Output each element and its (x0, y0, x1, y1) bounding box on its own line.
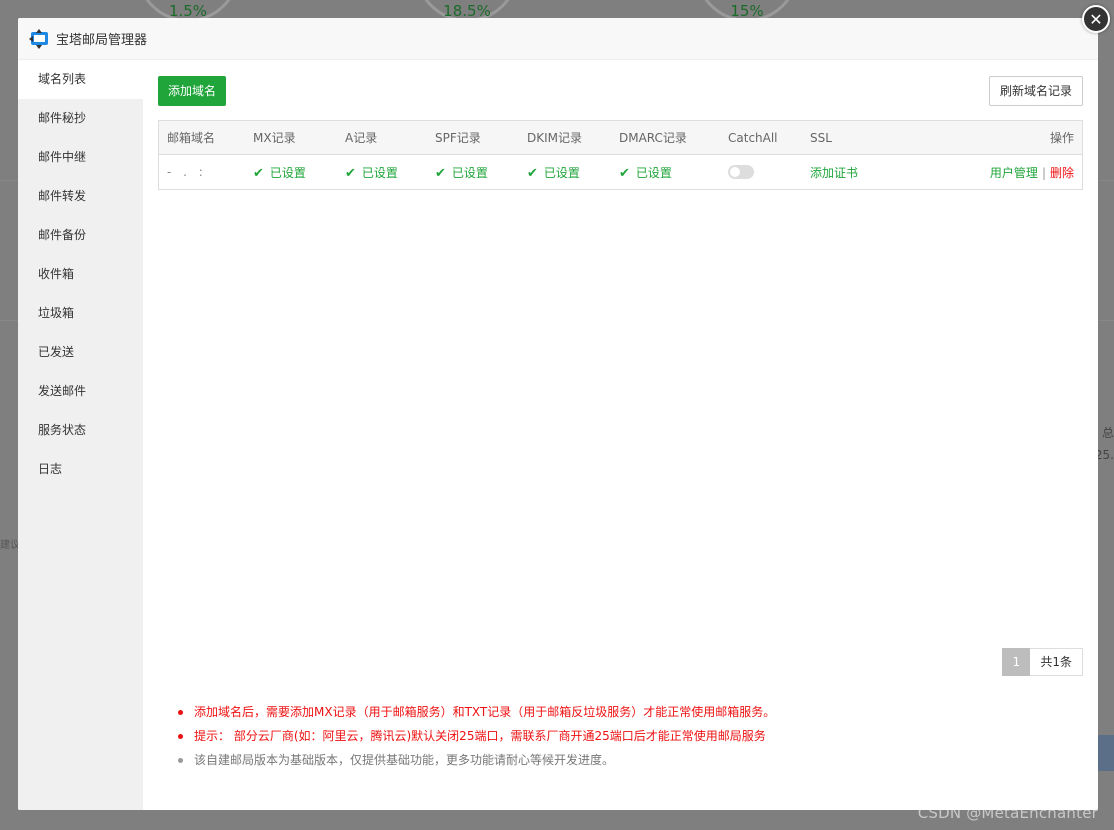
dkim-status: ✔ 已设置 (527, 165, 580, 181)
col-header-dmarc: DMARC记录 (619, 131, 687, 145)
bg-right-text: 总 (1101, 426, 1114, 440)
dmarc-status: ✔ 已设置 (619, 165, 672, 181)
tip-item: 提示： 部分云厂商(如：阿里云，腾讯云)默认关闭25端口，需联系厂商开通25端口… (178, 724, 775, 748)
col-header-actions: 操作 (1049, 131, 1074, 145)
user-manage-link[interactable]: 用户管理 (990, 166, 1038, 180)
sidebar-item-send-mail[interactable]: 发送邮件 (18, 372, 143, 411)
tip-item: 添加域名后，需要添加MX记录（用于邮箱服务）和TXT记录（用于邮箱反垃圾服务）才… (178, 700, 775, 724)
modal-body: 域名列表 邮件秘抄 邮件中继 邮件转发 邮件备份 收件箱 垃圾箱 已发送 发送邮… (18, 60, 1098, 810)
check-icon: ✔ (435, 165, 446, 181)
mail-manager-modal: 宝塔邮局管理器 域名列表 邮件秘抄 邮件中继 邮件转发 邮件备份 收件箱 垃圾箱… (18, 18, 1098, 810)
close-icon[interactable]: ✕ (1082, 5, 1110, 33)
check-icon: ✔ (253, 165, 264, 181)
action-separator: | (1041, 165, 1046, 180)
catchall-toggle[interactable] (728, 165, 754, 180)
a-status: ✔ 已设置 (345, 165, 398, 181)
sidebar-item-logs[interactable]: 日志 (18, 450, 143, 489)
ssl-cell: 添加证书 (802, 164, 922, 181)
tips-list: 添加域名后，需要添加MX记录（用于邮箱服务）和TXT记录（用于邮箱反垃圾服务）才… (178, 700, 775, 772)
col-header-spf: SPF记录 (435, 131, 481, 145)
col-header-domain: 邮箱域名 (167, 131, 216, 145)
sidebar-item-mail-backup[interactable]: 邮件备份 (18, 216, 143, 255)
col-header-mx: MX记录 (253, 131, 296, 145)
bt-mail-logo-icon (28, 28, 50, 50)
delete-link[interactable]: 删除 (1050, 166, 1074, 180)
add-domain-button[interactable]: 添加域名 (158, 76, 227, 106)
col-header-a: A记录 (345, 131, 378, 145)
page-total: 共1条 (1030, 648, 1083, 676)
domain-name: - . : (167, 165, 207, 179)
sidebar-item-inbox[interactable]: 收件箱 (18, 255, 143, 294)
tip-item: 该自建邮局版本为基础版本，仅提供基础功能，更多功能请耐心等候开发进度。 (178, 748, 775, 772)
page-current[interactable]: 1 (1002, 648, 1031, 676)
col-header-ssl: SSL (810, 130, 832, 145)
sidebar-item-sent[interactable]: 已发送 (18, 333, 143, 372)
modal-title: 宝塔邮局管理器 (56, 33, 148, 48)
refresh-domain-records-button[interactable]: 刷新域名记录 (988, 76, 1083, 106)
sidebar-item-domain-list[interactable]: 域名列表 (18, 60, 143, 99)
sidebar-item-mail-relay[interactable]: 邮件中继 (18, 138, 143, 177)
mx-status: ✔ 已设置 (253, 165, 306, 181)
check-icon: ✔ (345, 165, 356, 181)
table-header: 邮箱域名 MX记录 A记录 SPF记录 DKIM记录 DMARC记录 Catch… (159, 121, 1082, 155)
add-certificate-link[interactable]: 添加证书 (810, 166, 858, 180)
sidebar-item-spam[interactable]: 垃圾箱 (18, 294, 143, 333)
check-icon: ✔ (619, 165, 630, 181)
catchall-cell (720, 165, 802, 180)
modal-header: 宝塔邮局管理器 (18, 18, 1098, 60)
actions-cell: 用户管理 | 删除 (922, 164, 1082, 181)
sidebar-item-mail-forward[interactable]: 邮件转发 (18, 177, 143, 216)
col-header-catchall: CatchAll (728, 130, 778, 145)
main-content: 添加域名 刷新域名记录 邮箱域名 MX记录 A记录 SPF记录 DKIM记录 D… (158, 60, 1083, 810)
sidebar-item-mail-bcc[interactable]: 邮件秘抄 (18, 99, 143, 138)
bg-chart-bar (1098, 735, 1114, 771)
sidebar: 域名列表 邮件秘抄 邮件中继 邮件转发 邮件备份 收件箱 垃圾箱 已发送 发送邮… (18, 60, 143, 810)
spf-status: ✔ 已设置 (435, 165, 488, 181)
bg-side-text: 建议 (0, 540, 20, 551)
domain-table: 邮箱域名 MX记录 A记录 SPF记录 DKIM记录 DMARC记录 Catch… (158, 120, 1083, 190)
col-header-dkim: DKIM记录 (527, 131, 583, 145)
table-row: - . : ✔ 已设置 ✔ 已设置 ✔ 已设置 ✔ 已设置 ✔ 已设置 添加证书 用户管理… (159, 155, 1082, 189)
check-icon: ✔ (527, 165, 538, 181)
pagination: 1 共1条 (1002, 648, 1083, 676)
sidebar-item-service-status[interactable]: 服务状态 (18, 411, 143, 450)
